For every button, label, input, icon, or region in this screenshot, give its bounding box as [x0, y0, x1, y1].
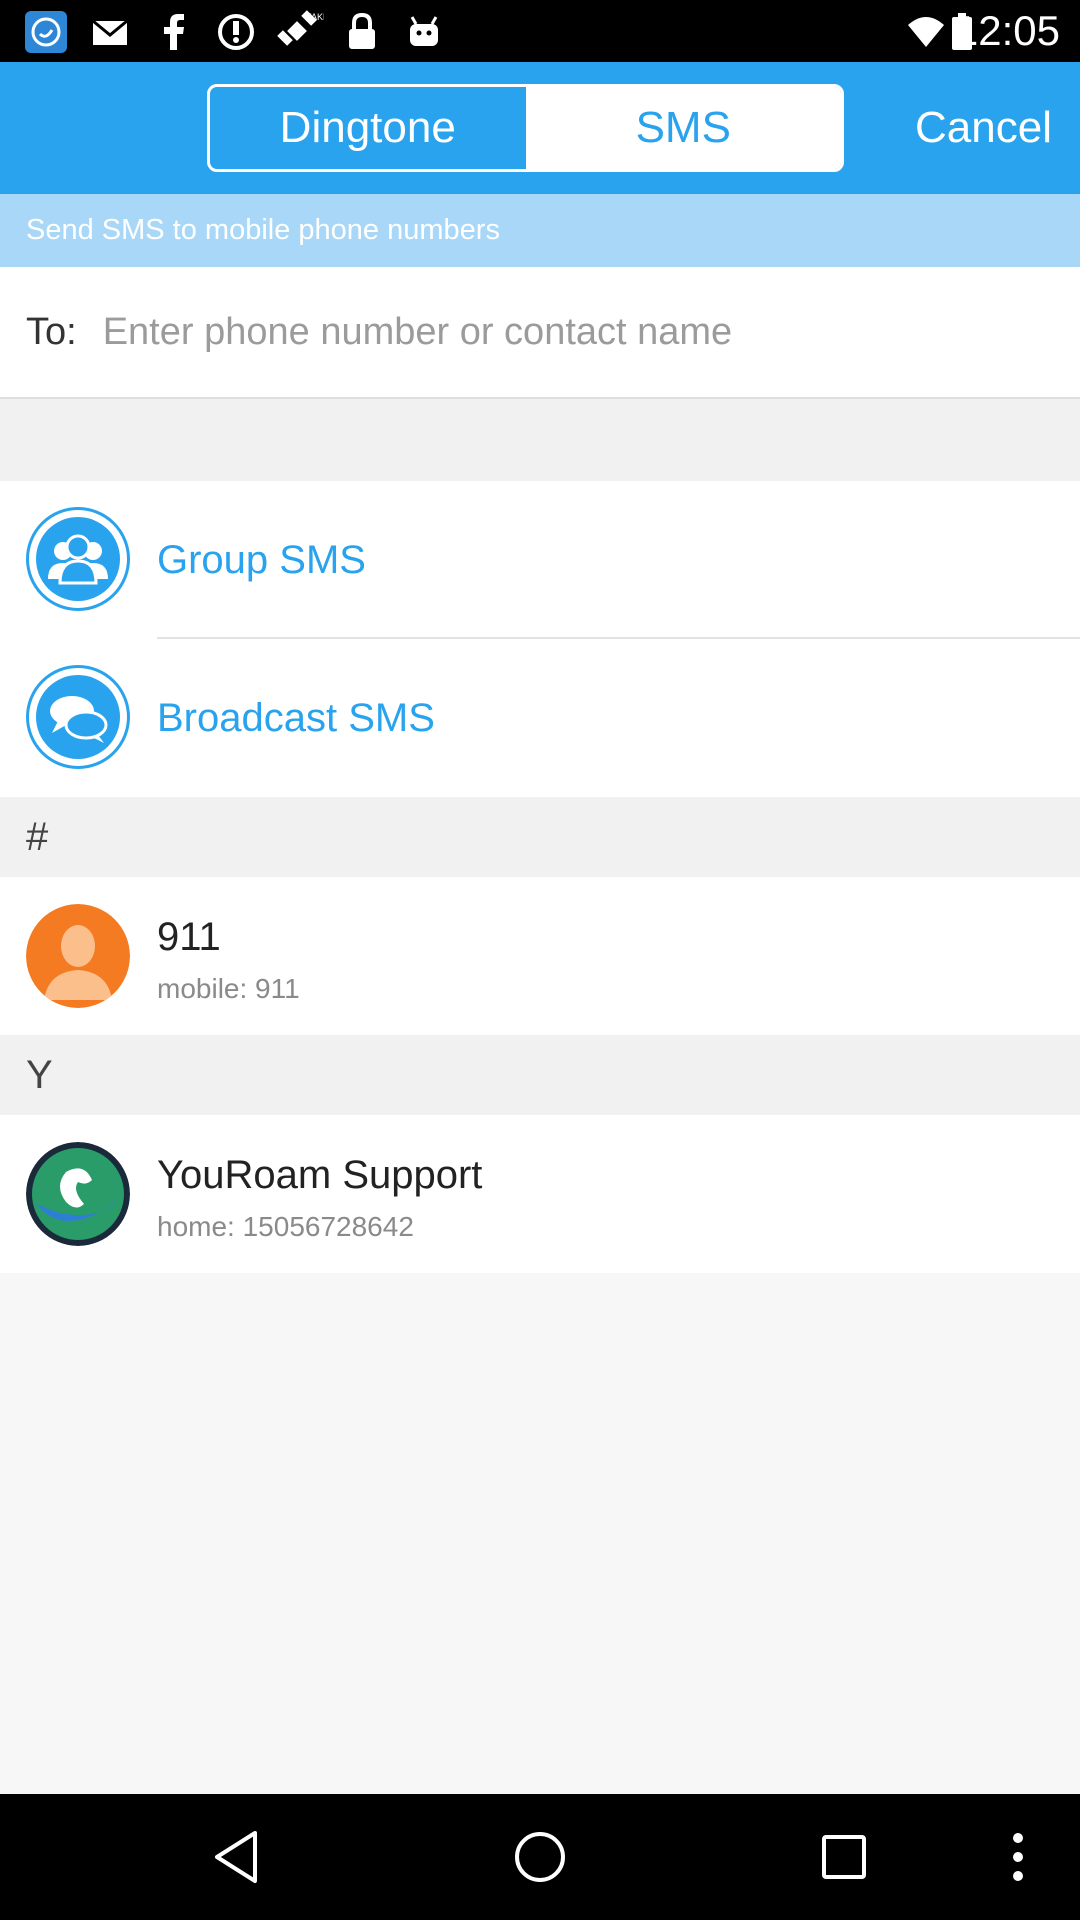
group-sms-label: Group SMS [157, 537, 366, 582]
youroam-logo-icon [26, 1142, 130, 1246]
wifi-icon [906, 12, 946, 52]
back-icon[interactable] [196, 1817, 276, 1897]
person-avatar-icon [26, 904, 130, 1008]
facebook-icon [156, 12, 192, 52]
app-header: Dingtone SMS Cancel [0, 62, 1080, 194]
lock-icon [344, 12, 380, 52]
tab-dingtone[interactable]: Dingtone [210, 87, 526, 169]
contact-row[interactable]: 911 mobile: 911 [0, 877, 1080, 1035]
group-sms-option[interactable]: Group SMS [0, 481, 1080, 639]
contact-name: 911 [157, 915, 221, 959]
contact-name: YouRoam Support [157, 1153, 483, 1197]
app-notification-icon [24, 11, 68, 53]
group-icon [26, 507, 130, 611]
to-label: To: [26, 310, 77, 353]
tab-sms[interactable]: SMS [525, 87, 841, 169]
overflow-menu-icon[interactable] [988, 1817, 1048, 1897]
contact-row[interactable]: YouRoam Support home: 15056728642 [0, 1115, 1080, 1273]
navigation-bar [0, 1794, 1080, 1920]
mode-segmented-control: Dingtone SMS [207, 84, 844, 172]
section-header-hash: # [0, 797, 1080, 877]
sms-options-list: Group SMS Broadcast SMS [0, 481, 1080, 797]
status-bar: FAKE 12:05 [0, 0, 1080, 62]
broadcast-sms-label: Broadcast SMS [157, 695, 435, 740]
recipient-row: To: [0, 267, 1080, 399]
mail-icon [90, 12, 130, 52]
spacer [0, 399, 1080, 481]
recipient-input[interactable] [102, 310, 1043, 354]
fake-gps-icon: FAKE [274, 10, 326, 52]
status-time: 12:05 [954, 7, 1060, 54]
broadcast-sms-option[interactable]: Broadcast SMS [0, 639, 1080, 797]
sync-icon [214, 12, 258, 52]
section-header-y: Y [0, 1035, 1080, 1115]
contact-detail: home: 15056728642 [157, 1211, 414, 1242]
info-banner: Send SMS to mobile phone numbers [0, 194, 1080, 267]
chat-bubbles-icon [26, 665, 130, 769]
recents-icon[interactable] [804, 1817, 884, 1897]
cancel-button[interactable]: Cancel [915, 84, 1052, 172]
android-icon [404, 12, 444, 52]
contact-detail: mobile: 911 [157, 973, 300, 1004]
svg-text:FAKE: FAKE [306, 12, 324, 22]
home-icon[interactable] [500, 1817, 580, 1897]
